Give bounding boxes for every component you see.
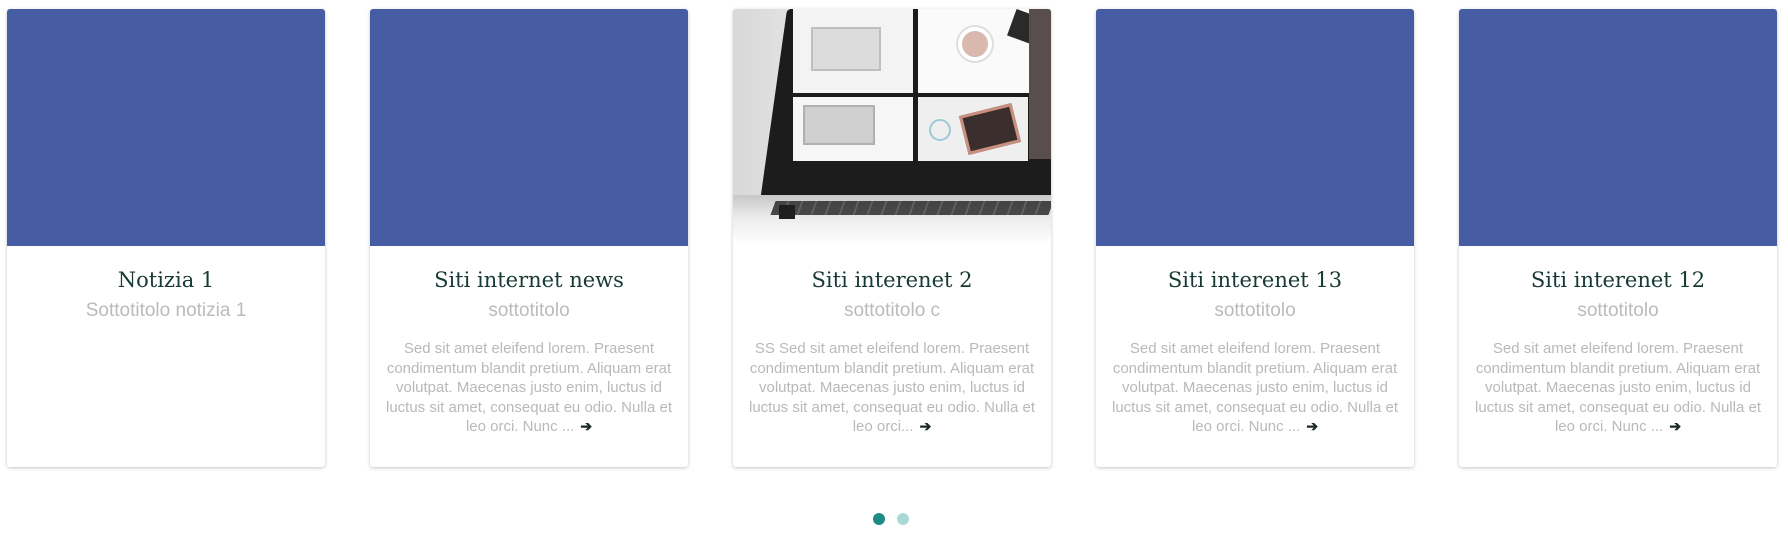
card-subtitle: sottotitolo: [1577, 300, 1659, 321]
carousel-pagination: [873, 513, 909, 525]
card-excerpt-text: SS Sed sit amet eleifend lorem. Praesent…: [749, 340, 1035, 435]
pagination-dot-active[interactable]: [873, 513, 885, 525]
read-more-arrow-icon[interactable]: ➔: [1306, 417, 1318, 437]
card-title[interactable]: Siti interenet 12: [1459, 266, 1777, 294]
news-card[interactable]: Siti interenet 13 sottotitolo Sed sit am…: [1096, 9, 1414, 467]
read-more-arrow-icon[interactable]: ➔: [1669, 417, 1681, 437]
card-image-placeholder[interactable]: [7, 9, 325, 246]
card-excerpt: Sed sit amet eleifend lorem. Praesent co…: [1473, 339, 1763, 437]
news-carousel: Notizia 1 Sottotitolo notizia 1 Siti int…: [0, 0, 1788, 542]
read-more-arrow-icon[interactable]: ➔: [920, 417, 932, 437]
card-image-placeholder[interactable]: [1459, 9, 1777, 246]
card-image-placeholder[interactable]: [1096, 9, 1414, 246]
card-subtitle: Sottotitolo notizia 1: [85, 300, 247, 321]
card-subtitle: sottotitolo: [1214, 300, 1296, 321]
card-title[interactable]: Notizia 1: [7, 266, 325, 294]
card-title[interactable]: Siti interenet 2: [733, 266, 1051, 294]
card-excerpt-text: Sed sit amet eleifend lorem. Praesent co…: [1112, 340, 1398, 435]
card-excerpt: SS Sed sit amet eleifend lorem. Praesent…: [747, 339, 1037, 437]
card-title[interactable]: Siti interenet 13: [1096, 266, 1414, 294]
news-card[interactable]: Notizia 1 Sottotitolo notizia 1: [7, 9, 325, 467]
card-excerpt: Sed sit amet eleifend lorem. Praesent co…: [1110, 339, 1400, 437]
card-image-placeholder[interactable]: [370, 9, 688, 246]
news-card[interactable]: Siti internet news sottotitolo Sed sit a…: [370, 9, 688, 467]
card-excerpt: Sed sit amet eleifend lorem. Praesent co…: [384, 339, 674, 437]
card-subtitle: sottotitolo: [488, 300, 570, 321]
card-subtitle: sottotitolo c: [843, 300, 941, 321]
read-more-arrow-icon[interactable]: ➔: [580, 417, 592, 437]
laptop-desk-photo[interactable]: [733, 9, 1051, 246]
news-card[interactable]: Siti interenet 12 sottotitolo Sed sit am…: [1459, 9, 1777, 467]
card-title[interactable]: Siti internet news: [370, 266, 688, 294]
card-track: Notizia 1 Sottotitolo notizia 1 Siti int…: [7, 9, 1777, 467]
card-excerpt-text: Sed sit amet eleifend lorem. Praesent co…: [1475, 340, 1761, 435]
card-excerpt-text: Sed sit amet eleifend lorem. Praesent co…: [386, 340, 672, 435]
news-card[interactable]: Siti interenet 2 sottotitolo c SS Sed si…: [733, 9, 1051, 467]
pagination-dot[interactable]: [897, 513, 909, 525]
